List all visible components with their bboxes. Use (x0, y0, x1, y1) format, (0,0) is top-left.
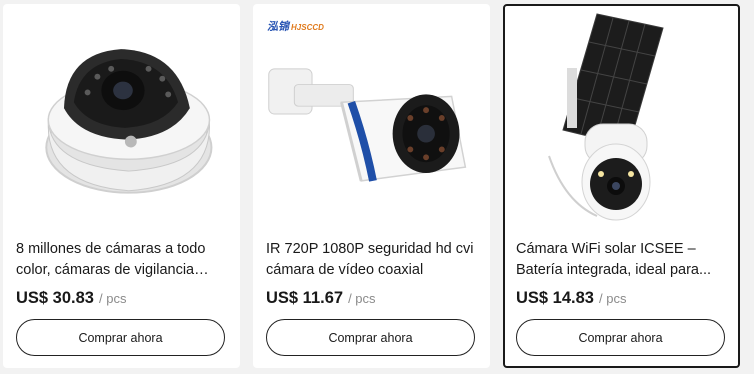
product-price: US$ 11.67 (266, 289, 344, 307)
price-unit: / pcs (348, 291, 376, 306)
product-image[interactable] (505, 6, 738, 228)
product-price: US$ 14.83 (516, 289, 594, 307)
brand-logo-main: 泓锦 (267, 21, 289, 33)
buy-now-button[interactable]: Comprar ahora (266, 319, 475, 356)
solar-camera-icon (548, 13, 664, 221)
product-card[interactable]: 泓锦 HJSCCD IR 720P 1080P seguridad hd cvi … (253, 4, 490, 368)
product-card[interactable]: Cámara WiFi solar ICSEE – Batería integr… (503, 4, 740, 368)
product-title[interactable]: IR 720P 1080P seguridad hd cvi cámara de… (266, 239, 476, 281)
brand-logo: 泓锦 HJSCCD (267, 18, 324, 34)
product-card[interactable]: 8 millones de cámaras a todo color, cáma… (3, 4, 240, 368)
buy-now-button[interactable]: Comprar ahora (516, 319, 725, 356)
product-price: US$ 30.83 (16, 289, 94, 307)
buy-now-button[interactable]: Comprar ahora (16, 319, 225, 356)
price-unit: / pcs (98, 291, 127, 306)
dome-camera-icon (45, 49, 213, 194)
price-row: US$ 11.67 / pcs (266, 289, 376, 308)
bullet-camera-icon (268, 68, 467, 182)
brand-logo-sub: HJSCCD (291, 23, 324, 32)
price-row: US$ 14.83 / pcs (516, 289, 626, 308)
price-row: US$ 30.83 / pcs (16, 289, 126, 308)
product-image[interactable] (255, 6, 488, 228)
price-unit: / pcs (598, 291, 627, 306)
product-image[interactable] (5, 6, 238, 228)
product-title[interactable]: 8 millones de cámaras a todo color, cáma… (16, 239, 226, 281)
product-title[interactable]: Cámara WiFi solar ICSEE – Batería integr… (516, 239, 726, 281)
